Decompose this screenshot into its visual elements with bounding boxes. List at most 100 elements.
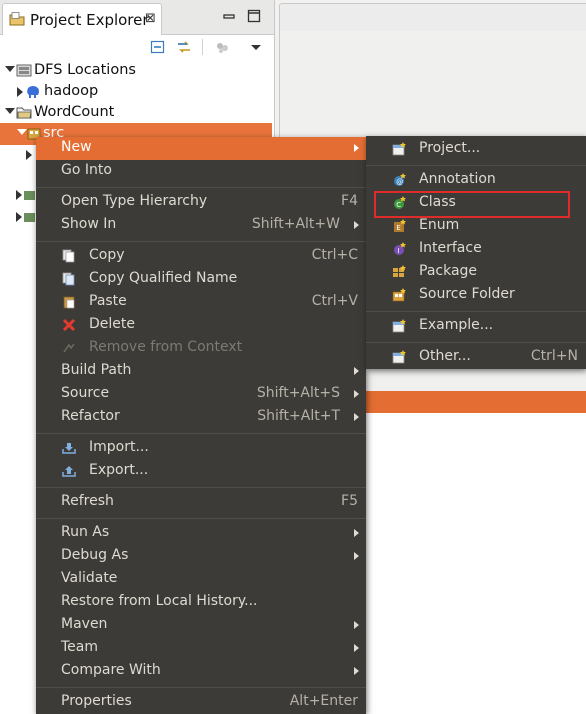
menu-item-label: Refactor [61, 408, 120, 424]
menu-item-shortcut: Shift+Alt+T [257, 408, 340, 424]
menu-separator [36, 241, 366, 242]
menu-item-label: Import... [89, 439, 149, 455]
menu-item-label: Build Path [61, 362, 132, 378]
view-menu-icon[interactable] [248, 39, 264, 55]
submenu-item-project[interactable]: Project... [366, 138, 586, 161]
collapse-arrow-icon[interactable] [26, 150, 32, 160]
menu-item-label: Properties [61, 693, 132, 709]
menu-item-debug-as[interactable]: Debug As [36, 545, 366, 568]
menu-item-label: Copy Qualified Name [89, 270, 238, 286]
menu-item-refactor[interactable]: Refactor Shift+Alt+T [36, 406, 366, 429]
focus-task-icon[interactable] [214, 39, 230, 55]
minimize-icon[interactable] [222, 9, 236, 23]
menu-item-label: Delete [89, 316, 135, 332]
collapse-arrow-icon[interactable] [16, 212, 22, 222]
submenu-item-source-folder[interactable]: Source Folder [366, 284, 586, 307]
new-project-icon [392, 142, 406, 156]
svg-text:E: E [396, 224, 400, 232]
menu-item-label: Open Type Hierarchy [61, 193, 208, 209]
menu-separator [36, 518, 366, 519]
menu-item-label: Maven [61, 616, 108, 632]
menu-item-copy[interactable]: Copy Ctrl+C [36, 245, 366, 268]
menu-item-open-type-hierarchy[interactable]: Open Type Hierarchy F4 [36, 191, 366, 214]
menu-item-label: Enum [419, 217, 460, 233]
tree-item-dfs-locations[interactable]: DFS Locations [0, 60, 272, 82]
close-icon[interactable]: ⊠ [145, 11, 156, 26]
library-icon [24, 213, 35, 222]
tree-item-label: DFS Locations [34, 62, 136, 78]
tree-item-label: WordCount [34, 104, 115, 120]
submenu-item-enum[interactable]: E Enum [366, 215, 586, 238]
tree-item-wordcount[interactable]: WordCount [0, 102, 272, 124]
menu-item-go-into[interactable]: Go Into [36, 160, 366, 183]
paste-icon [63, 296, 75, 309]
menu-item-export[interactable]: Export... [36, 460, 366, 483]
collapse-all-icon[interactable] [150, 39, 166, 55]
menu-item-source[interactable]: Source Shift+Alt+S [36, 383, 366, 406]
menu-item-paste[interactable]: Paste Ctrl+V [36, 291, 366, 314]
menu-separator [36, 433, 366, 434]
menu-item-properties[interactable]: Properties Alt+Enter [36, 691, 366, 714]
submenu-item-annotation[interactable]: @ Annotation [366, 169, 586, 192]
submenu-arrow-icon [354, 413, 359, 421]
menu-item-label: Other... [419, 348, 471, 364]
menu-item-shortcut: Ctrl+N [530, 348, 578, 364]
submenu-item-other[interactable]: Other... Ctrl+N [366, 346, 586, 369]
menu-item-restore-from-local-history[interactable]: Restore from Local History... [36, 591, 366, 614]
menu-item-compare-with[interactable]: Compare With [36, 660, 366, 683]
other-wizard-icon [392, 350, 406, 364]
tree-item-hadoop[interactable]: hadoop [0, 81, 272, 103]
copy-qualified-name-icon [62, 272, 75, 286]
annotation-icon: @ [394, 173, 406, 186]
menu-separator [366, 311, 586, 312]
menu-item-run-as[interactable]: Run As [36, 522, 366, 545]
project-folder-icon [16, 107, 32, 119]
menu-item-build-path[interactable]: Build Path [36, 360, 366, 383]
submenu-arrow-icon [354, 529, 359, 537]
link-with-editor-icon[interactable] [176, 39, 192, 55]
collapse-arrow-icon[interactable] [17, 87, 23, 97]
menu-item-label: Refresh [61, 493, 114, 509]
menu-item-delete[interactable]: Delete [36, 314, 366, 337]
enum-icon: E [394, 219, 406, 232]
menu-item-copy-qualified-name[interactable]: Copy Qualified Name [36, 268, 366, 291]
remove-context-icon [63, 343, 75, 353]
menu-item-label: Export... [89, 462, 149, 478]
menu-item-new[interactable]: New [36, 137, 366, 160]
menu-item-label: Example... [419, 317, 494, 333]
expand-arrow-icon[interactable] [5, 108, 15, 114]
menu-item-maven[interactable]: Maven [36, 614, 366, 637]
submenu-item-package[interactable]: Package [366, 261, 586, 284]
new-submenu: Project... @ Annotation C Class E Enum I… [366, 136, 586, 369]
menu-item-label: Project... [419, 140, 481, 156]
project-explorer-icon [9, 12, 25, 26]
menu-item-shortcut: F5 [341, 493, 358, 509]
menu-item-show-in[interactable]: Show In Shift+Alt+W [36, 214, 366, 237]
menu-item-team[interactable]: Team [36, 637, 366, 660]
dfs-locations-icon [16, 64, 32, 77]
tab-project-explorer[interactable]: Project Explorer ⊠ [2, 3, 162, 35]
submenu-arrow-icon [354, 367, 359, 375]
maximize-icon[interactable] [247, 9, 261, 23]
submenu-item-interface[interactable]: I Interface [366, 238, 586, 261]
source-folder-icon [392, 288, 406, 302]
menu-item-import[interactable]: Import... [36, 437, 366, 460]
example-icon [392, 319, 406, 333]
menu-item-label: Copy [89, 247, 125, 263]
explorer-toolbar [0, 35, 274, 59]
menu-item-label: Annotation [419, 171, 496, 187]
submenu-item-example[interactable]: Example... [366, 315, 586, 338]
menu-item-refresh[interactable]: Refresh F5 [36, 491, 366, 514]
import-icon [62, 443, 76, 454]
svg-text:I: I [398, 247, 400, 255]
expand-arrow-icon[interactable] [5, 66, 15, 72]
menu-item-shortcut: Ctrl+C [311, 247, 358, 263]
submenu-arrow-icon [354, 621, 359, 629]
menu-item-label: Show In [61, 216, 117, 232]
menu-item-label: Team [61, 639, 99, 655]
class-highlight-box [374, 191, 570, 218]
delete-icon [62, 318, 76, 332]
menu-item-label: Package [419, 263, 478, 279]
collapse-arrow-icon[interactable] [16, 190, 22, 200]
menu-item-validate[interactable]: Validate [36, 568, 366, 591]
